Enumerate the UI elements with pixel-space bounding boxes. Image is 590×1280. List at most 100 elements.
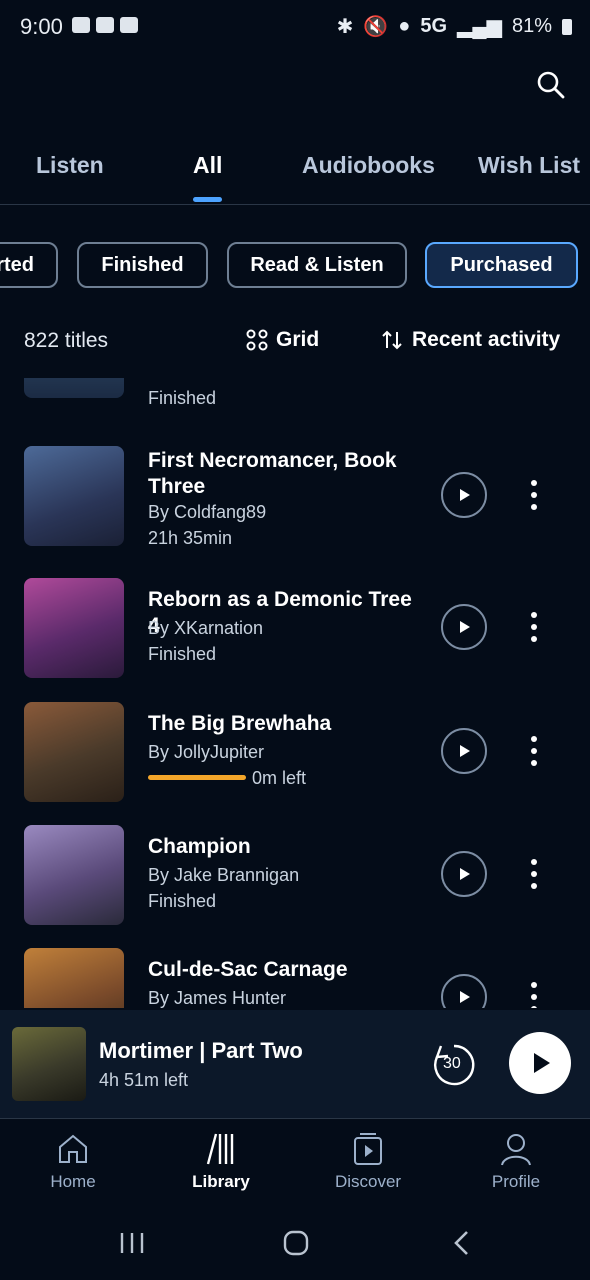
nav-home-label: Home — [50, 1172, 96, 1191]
now-playing-title: Mortimer | Part Two — [99, 1038, 303, 1063]
filter-chips: Started Finished Read & Listen Purchased — [0, 240, 590, 294]
more-options-button[interactable] — [526, 612, 542, 642]
play-icon — [460, 621, 470, 633]
book-title: First Necromancer, Book Three — [148, 449, 397, 498]
battery-label: 81% — [511, 15, 552, 37]
list-item[interactable]: Finished — [0, 378, 590, 408]
home-system-icon[interactable] — [283, 1230, 309, 1256]
tab-all[interactable]: All — [193, 152, 222, 179]
nav-profile-label: Profile — [491, 1172, 541, 1191]
nav-library[interactable]: Library — [171, 1132, 271, 1192]
more-options-button[interactable] — [526, 736, 542, 766]
location-icon: ● — [398, 15, 411, 37]
play-button[interactable] — [441, 472, 487, 518]
title-count: 822 titles — [24, 329, 109, 352]
status-right: ✱ 🔇 ● 5G ▂▄▆ 81% — [337, 14, 572, 39]
discover-icon — [354, 1133, 382, 1165]
skip-back-button[interactable]: 30 — [431, 1042, 477, 1088]
now-playing-cover — [12, 1027, 86, 1101]
play-button[interactable] — [441, 728, 487, 774]
status-bar: 9:00 ✱ 🔇 ● 5G ▂▄▆ 81% — [0, 0, 590, 56]
more-options-button[interactable] — [526, 859, 542, 889]
bottom-nav: Home Library Discover Profile — [0, 1120, 590, 1210]
book-cover — [24, 825, 124, 925]
book-title: Champion — [148, 835, 251, 858]
home-icon — [59, 1134, 87, 1163]
library-tabs: Listen All Audiobooks Wish List — [0, 140, 590, 205]
book-cover — [24, 702, 124, 802]
chip-read-listen[interactable]: Read & Listen — [227, 242, 407, 288]
play-icon — [460, 489, 470, 501]
skip-seconds: 30 — [443, 1055, 461, 1072]
system-nav — [0, 1210, 590, 1280]
notification-icons — [72, 17, 138, 33]
list-item[interactable]: Cul-de-Sac Carnage By James Hunter — [0, 948, 590, 1008]
play-button[interactable] — [441, 974, 487, 1008]
book-author: By James Hunter — [148, 988, 287, 1008]
mini-player[interactable]: Mortimer | Part Two 4h 51m left 30 — [0, 1010, 590, 1119]
book-status: Finished — [148, 891, 217, 911]
search-icon — [537, 71, 565, 99]
book-status: Finished — [148, 388, 217, 408]
mute-icon: 🔇 — [363, 16, 389, 38]
book-cover — [24, 948, 124, 1008]
library-icon — [206, 1133, 234, 1165]
book-author: By XKarnation — [148, 618, 264, 638]
list-item[interactable]: Champion By Jake Brannigan Finished — [0, 825, 590, 935]
play-icon — [460, 991, 470, 1003]
nav-profile[interactable]: Profile — [466, 1132, 566, 1192]
tab-audiobooks[interactable]: Audiobooks — [302, 152, 435, 179]
battery-icon — [562, 18, 572, 35]
summary-row: 822 titles Grid Recent activity — [0, 322, 590, 362]
play-icon — [534, 1053, 550, 1073]
network-label: 5G — [420, 15, 448, 37]
book-status: Finished — [148, 644, 217, 664]
profile-icon — [501, 1134, 531, 1166]
play-icon — [460, 868, 470, 880]
play-pause-button[interactable] — [509, 1032, 571, 1094]
more-options-button[interactable] — [526, 982, 542, 1008]
search-button[interactable] — [536, 70, 566, 100]
chip-finished[interactable]: Finished — [77, 242, 208, 288]
list-item[interactable]: Reborn as a Demonic Tree 4 By XKarnation… — [0, 578, 590, 688]
book-title: The Big Brewhaha — [148, 712, 332, 735]
book-title: Cul-de-Sac Carnage — [148, 958, 348, 981]
bluetooth-icon: ✱ — [336, 16, 354, 38]
nav-discover[interactable]: Discover — [318, 1132, 418, 1192]
book-cover — [24, 578, 124, 678]
book-duration: 21h 35min — [148, 528, 233, 548]
wallet-icon — [120, 17, 138, 33]
grid-icon — [246, 329, 268, 351]
signal-icon: ▂▄▆ — [457, 16, 502, 38]
nav-discover-label: Discover — [334, 1172, 402, 1191]
sort-button[interactable]: Recent activity — [380, 328, 560, 352]
play-button[interactable] — [441, 604, 487, 650]
progress-bar — [148, 775, 246, 780]
book-author: By JollyJupiter — [148, 742, 265, 762]
tab-wish-list[interactable]: Wish List — [478, 152, 580, 179]
tab-indicator — [193, 197, 222, 202]
tab-listen[interactable]: Listen — [36, 152, 104, 179]
book-author: By Coldfang89 — [148, 502, 267, 522]
back-icon[interactable] — [452, 1230, 472, 1256]
list-item[interactable]: First Necromancer, Book Three By Coldfan… — [0, 446, 590, 556]
grid-view-button[interactable]: Grid — [246, 328, 319, 352]
sort-icon — [382, 330, 402, 350]
sort-label: Recent activity — [412, 328, 561, 351]
title-list: Finished First Necromancer, Book Three B… — [0, 378, 590, 1008]
more-options-button[interactable] — [526, 480, 542, 510]
chip-started[interactable]: Started — [0, 242, 58, 288]
status-time: 9:00 — [20, 14, 63, 39]
book-author: By Jake Brannigan — [148, 865, 300, 885]
recent-apps-icon[interactable] — [119, 1231, 145, 1255]
play-button[interactable] — [441, 851, 487, 897]
nav-home[interactable]: Home — [23, 1132, 123, 1192]
time-left: 0m left — [252, 768, 307, 788]
mail-icon — [96, 17, 114, 33]
list-item[interactable]: The Big Brewhaha By JollyJupiter 0m left — [0, 702, 590, 812]
nav-library-label: Library — [192, 1172, 250, 1191]
chat-icon — [72, 17, 90, 33]
chip-purchased[interactable]: Purchased — [425, 242, 578, 288]
now-playing-time-left: 4h 51m left — [99, 1070, 189, 1090]
book-cover — [24, 378, 124, 398]
